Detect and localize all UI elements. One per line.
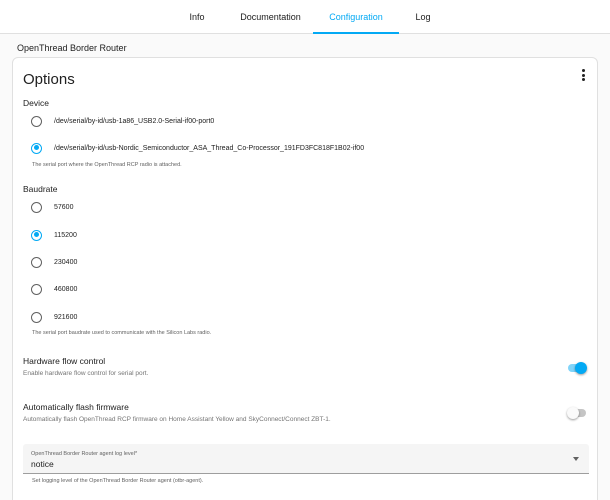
tab-bar: Info Documentation Configuration Log	[0, 0, 610, 34]
baudrate-option-label: 230400	[54, 258, 78, 266]
baudrate-option-label: 921600	[54, 313, 78, 321]
baudrate-option-57600[interactable]: 57600	[23, 198, 73, 216]
baudrate-label: Baudrate	[23, 184, 58, 194]
auto-flash-firmware-description: Automatically flash OpenThread RCP firmw…	[23, 416, 331, 423]
device-label: Device	[23, 98, 49, 108]
tab-info[interactable]: Info	[166, 0, 228, 34]
tab-log[interactable]: Log	[399, 0, 447, 34]
log-level-select-label: OpenThread Border Router agent log level…	[31, 451, 138, 457]
radio-button[interactable]	[31, 201, 42, 213]
baudrate-option-230400[interactable]: 230400	[23, 253, 77, 271]
switch-thumb	[567, 407, 579, 419]
radio-button[interactable]	[31, 311, 42, 323]
baudrate-option-label: 460800	[54, 285, 78, 293]
radio-button[interactable]	[31, 256, 42, 268]
baudrate-option-921600[interactable]: 921600	[23, 308, 77, 326]
tab-configuration[interactable]: Configuration	[313, 0, 399, 34]
log-level-select-value: notice	[31, 459, 54, 469]
options-card: Options Device /dev/serial/by-id/usb-1a8…	[12, 57, 598, 500]
tab-documentation[interactable]: Documentation	[228, 0, 313, 34]
device-option-0[interactable]: /dev/serial/by-id/usb-1a86_USB2.0-Serial…	[23, 112, 214, 130]
device-helper-text: The serial port where the OpenThread RCP…	[32, 162, 182, 168]
chevron-down-icon[interactable]	[573, 457, 579, 461]
card-title: Options	[23, 71, 75, 88]
auto-flash-firmware-switch[interactable]	[567, 407, 587, 419]
radio-button[interactable]	[31, 283, 42, 295]
device-option-1[interactable]: /dev/serial/by-id/usb-Nordic_Semiconduct…	[23, 139, 364, 157]
section-title: OpenThread Border Router	[17, 43, 127, 53]
device-option-label: /dev/serial/by-id/usb-Nordic_Semiconduct…	[54, 144, 365, 152]
baudrate-option-460800[interactable]: 460800	[23, 280, 77, 298]
dots-vertical-icon[interactable]	[579, 68, 587, 82]
baudrate-option-label: 57600	[54, 203, 74, 211]
radio-button-checked[interactable]	[31, 142, 42, 154]
auto-flash-firmware-title: Automatically flash firmware	[23, 402, 129, 412]
radio-button-checked[interactable]	[31, 229, 42, 241]
hardware-flow-control-description: Enable hardware flow control for serial …	[23, 370, 149, 377]
baudrate-option-115200[interactable]: 115200	[23, 226, 77, 244]
device-option-label: /dev/serial/by-id/usb-1a86_USB2.0-Serial…	[54, 117, 215, 125]
hardware-flow-control-switch[interactable]	[567, 362, 587, 374]
switch-thumb	[575, 362, 587, 374]
radio-button[interactable]	[31, 115, 42, 127]
log-level-helper-text: Set logging level of the OpenThread Bord…	[32, 478, 204, 484]
hardware-flow-control-title: Hardware flow control	[23, 356, 106, 366]
log-level-select[interactable]: OpenThread Border Router agent log level…	[23, 444, 589, 474]
baudrate-helper-text: The serial port baudrate used to communi…	[32, 330, 212, 336]
baudrate-option-label: 115200	[54, 231, 77, 239]
